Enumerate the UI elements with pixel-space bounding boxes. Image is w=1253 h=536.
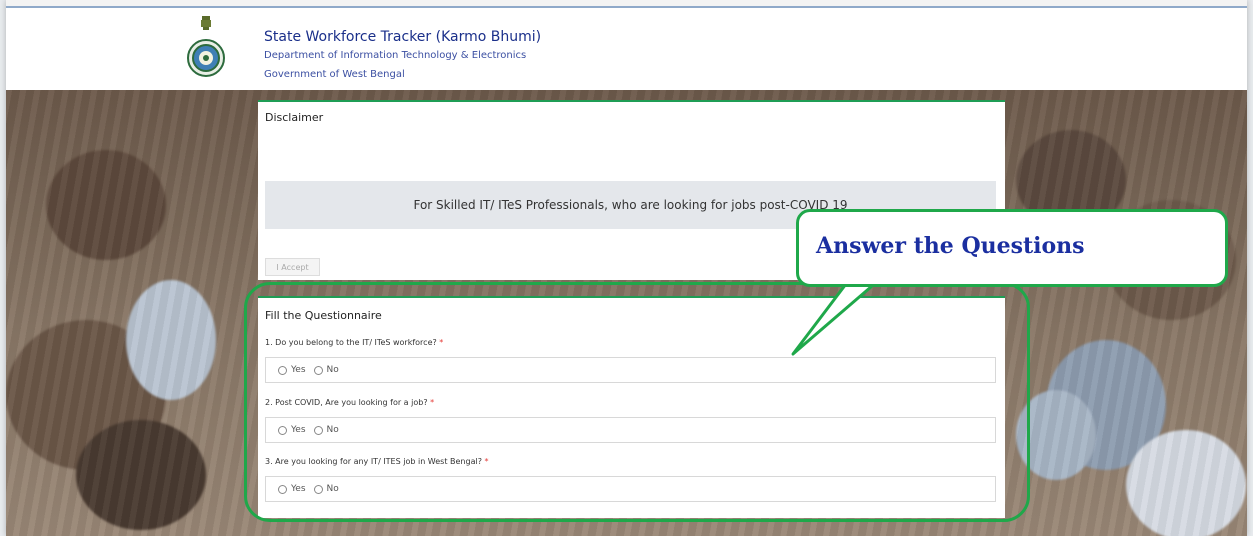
required-marker: * (439, 338, 444, 347)
questionnaire-title: Fill the Questionnaire (265, 309, 382, 322)
question-3-options: Yes No (265, 476, 996, 502)
question-2-text: 2. Post COVID, Are you looking for a job… (265, 398, 428, 407)
question-2-label: 2. Post COVID, Are you looking for a job… (265, 398, 434, 407)
west-bengal-emblem-icon (187, 16, 225, 77)
top-bar (6, 0, 1247, 8)
question-2-yes[interactable]: Yes (278, 425, 306, 435)
question-2-no[interactable]: No (313, 425, 339, 435)
question-3-no[interactable]: No (313, 484, 339, 494)
question-1-yes[interactable]: Yes (278, 365, 306, 375)
radio-button-icon[interactable] (278, 425, 287, 435)
radio-button-icon[interactable] (313, 425, 323, 435)
accept-button[interactable]: I Accept (265, 258, 320, 276)
question-3-yes[interactable]: Yes (278, 484, 306, 494)
question-1-text: 1. Do you belong to the IT/ ITeS workfor… (265, 338, 437, 347)
radio-button-icon[interactable] (278, 484, 287, 494)
government-name: Government of West Bengal (264, 69, 405, 80)
required-marker: * (484, 457, 489, 466)
department-name: Department of Information Technology & E… (264, 50, 527, 61)
question-1-label: 1. Do you belong to the IT/ ITeS workfor… (265, 338, 443, 347)
question-2-options: Yes No (265, 417, 996, 443)
question-3-label: 3. Are you looking for any IT/ ITES job … (265, 457, 489, 466)
callout-tail (791, 278, 881, 356)
answer-callout: Answer the Questions (796, 209, 1228, 287)
site-title: State Workforce Tracker (Karmo Bhumi) (264, 29, 542, 45)
callout-text: Answer the Questions (816, 233, 1085, 259)
browser-page: State Workforce Tracker (Karmo Bhumi) De… (6, 0, 1247, 536)
question-1-options: Yes No (265, 357, 996, 383)
radio-button-icon[interactable] (278, 365, 287, 375)
required-marker: * (430, 398, 435, 407)
question-3-text: 3. Are you looking for any IT/ ITES job … (265, 457, 482, 466)
site-header: State Workforce Tracker (Karmo Bhumi) De… (6, 10, 1247, 90)
disclaimer-title: Disclaimer (265, 111, 324, 124)
radio-button-icon[interactable] (313, 484, 323, 494)
question-1-no[interactable]: No (313, 365, 339, 375)
radio-button-icon[interactable] (313, 365, 323, 375)
questionnaire-card: Fill the Questionnaire 1. Do you belong … (258, 296, 1005, 518)
